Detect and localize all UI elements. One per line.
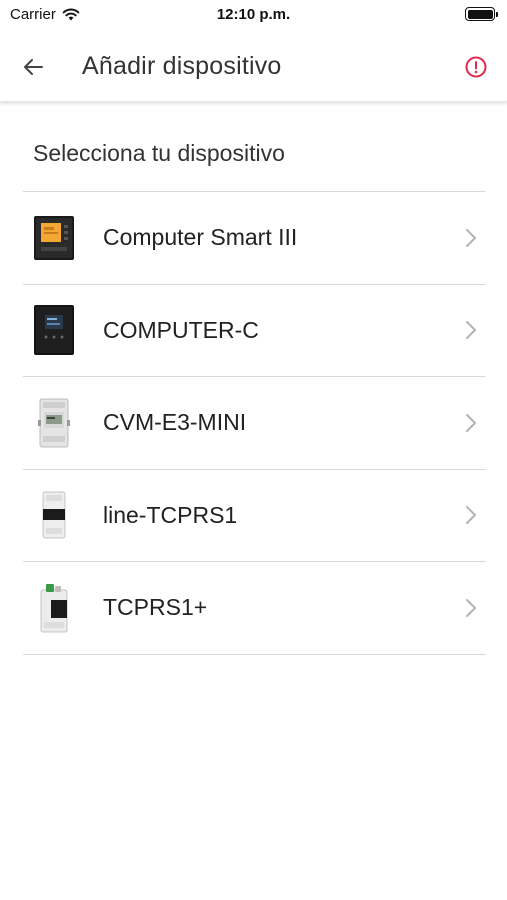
info-button[interactable] — [461, 52, 491, 82]
navigation-bar: Añadir dispositivo — [0, 32, 507, 102]
device-row-tcprs1-plus[interactable]: TCPRS1+ — [23, 562, 486, 655]
chevron-right-icon — [466, 413, 476, 432]
device-row-computer-c[interactable]: COMPUTER-C — [23, 285, 486, 377]
chevron-right-icon — [466, 228, 476, 247]
status-time: 12:10 p.m. — [216, 6, 291, 23]
device-name: line-TCPRS1 — [103, 501, 238, 528]
chevron-right-icon — [466, 506, 476, 525]
device-name: CVM-E3-MINI — [103, 409, 247, 436]
computer-c-thumbnail — [29, 304, 79, 356]
status-bar: Carrier 12:10 p.m. — [0, 0, 507, 32]
computer-smart-iii-thumbnail — [29, 212, 79, 264]
tcprs1-plus-thumbnail — [29, 582, 79, 634]
device-list: Computer Smart III COMPUTER-C CVM-E3-MIN… — [23, 191, 486, 655]
cvm-e3-mini-thumbnail — [29, 397, 79, 449]
arrow-left-icon — [24, 59, 43, 75]
page-title: Añadir dispositivo — [82, 52, 282, 80]
device-row-cvm-e3-mini[interactable]: CVM-E3-MINI — [23, 377, 486, 470]
device-row-computer-smart-iii[interactable]: Computer Smart III — [23, 192, 486, 285]
device-name: Computer Smart III — [103, 224, 298, 251]
back-button[interactable] — [14, 48, 52, 86]
battery-icon — [465, 7, 498, 21]
line-tcprs1-thumbnail — [29, 489, 79, 541]
device-name: COMPUTER-C — [103, 316, 259, 343]
section-title: Selecciona tu dispositivo — [33, 140, 285, 166]
chevron-right-icon — [466, 598, 476, 617]
device-row-line-tcprs1[interactable]: line-TCPRS1 — [23, 470, 486, 562]
info-icon — [465, 56, 487, 78]
device-name: TCPRS1+ — [103, 594, 208, 621]
chevron-right-icon — [466, 321, 476, 340]
